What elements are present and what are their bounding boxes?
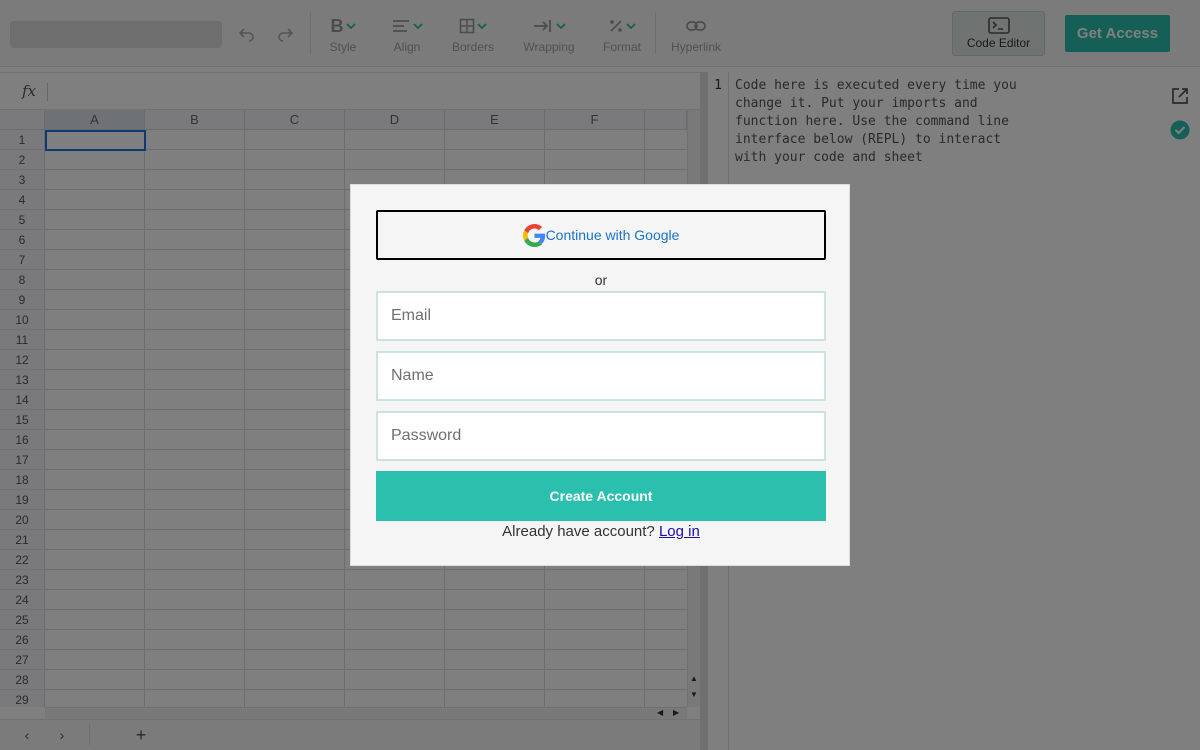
name-field[interactable]	[376, 351, 826, 401]
google-icon	[522, 223, 545, 247]
google-button-label: Continue with Google	[545, 227, 680, 243]
password-field[interactable]	[376, 411, 826, 461]
signup-modal: Continue with Google or Create Account A…	[350, 184, 850, 566]
email-field[interactable]	[376, 291, 826, 341]
log-in-link[interactable]: Log in	[659, 523, 700, 540]
create-account-button[interactable]: Create Account	[376, 471, 826, 521]
continue-with-google-button[interactable]: Continue with Google	[376, 210, 826, 260]
login-prompt: Already have account? Log in	[351, 523, 851, 540]
or-divider-text: or	[594, 272, 608, 288]
already-have-account-text: Already have account?	[502, 523, 655, 540]
